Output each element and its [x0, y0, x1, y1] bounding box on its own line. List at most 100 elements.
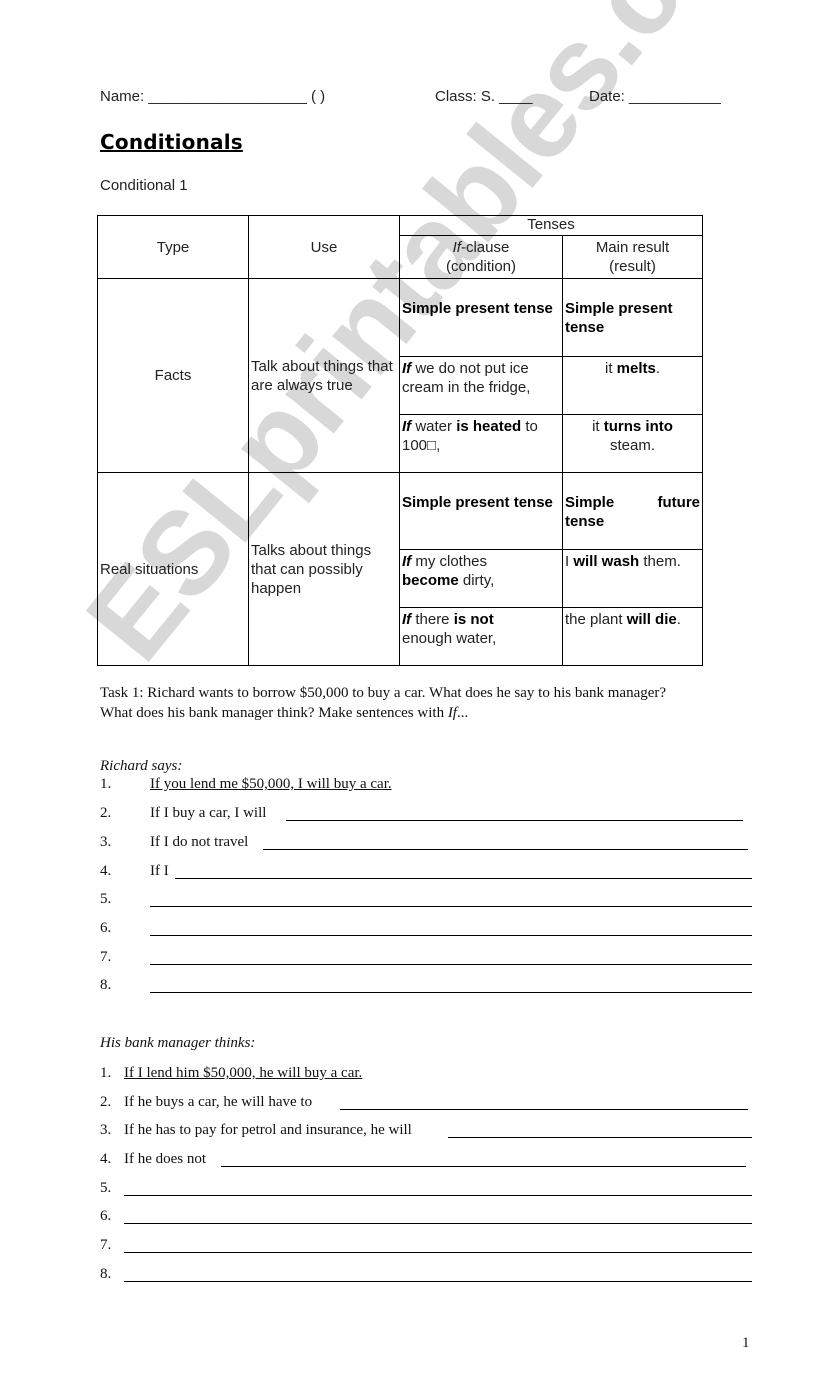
- answer-blank-line[interactable]: [150, 891, 752, 907]
- main-example-cell: it turns into steam.: [562, 414, 703, 473]
- exercise-item: 7.: [100, 1237, 760, 1257]
- main-tense-line2: tense: [565, 319, 605, 336]
- answer-blank-line[interactable]: [124, 1180, 752, 1196]
- header-if-sub: (condition): [445, 258, 517, 275]
- example-text: it: [592, 418, 604, 435]
- exercise-item: 7.: [100, 949, 760, 969]
- item-number: 2.: [100, 1094, 112, 1110]
- sentence-prompt: If I buy a car, I will: [150, 805, 267, 821]
- section-subtitle: Conditional 1: [100, 177, 188, 194]
- item-number: 5.: [100, 1180, 112, 1196]
- exercise-item: 4. If I: [100, 863, 760, 883]
- item-number: 8.: [100, 1266, 112, 1282]
- table-row: Facts Talk about things that are always …: [97, 278, 703, 473]
- item-number: 6.: [100, 1208, 112, 1224]
- exercise-item: 8.: [100, 1266, 760, 1286]
- answer-blank-line[interactable]: [124, 1208, 752, 1224]
- header-if-rest: -clause: [460, 239, 510, 256]
- example-text: dirty,: [458, 572, 495, 589]
- example-text: .: [655, 360, 661, 377]
- item-number: 2.: [100, 805, 112, 821]
- name-field[interactable]: Name: ___________________ ( ): [100, 88, 325, 105]
- table-header-row: Type Use Tenses: [97, 215, 703, 279]
- sentence-prompt: If I do not travel: [150, 834, 249, 850]
- answer-blank-line[interactable]: [340, 1094, 748, 1110]
- example-text: there: [411, 611, 454, 628]
- answer-blank-line[interactable]: [221, 1151, 746, 1167]
- example-verb: will wash: [573, 553, 640, 570]
- sentence-prompt: If I: [150, 863, 169, 879]
- answer-blank-line[interactable]: [150, 949, 752, 965]
- exercise-item: 5.: [100, 1180, 760, 1200]
- task-ellipsis: ...: [456, 705, 469, 721]
- answer-blank-line[interactable]: [124, 1237, 752, 1253]
- item-number: 7.: [100, 949, 112, 965]
- item-number: 7.: [100, 1237, 112, 1253]
- answer-blank-line[interactable]: [175, 863, 752, 879]
- if-word: If: [402, 553, 412, 570]
- if-word: If: [402, 418, 412, 435]
- table-row: Real situations Talks about things that …: [97, 472, 703, 666]
- class-field[interactable]: Class: S. ____: [435, 88, 533, 105]
- if-tense-cell: Simple present tense: [399, 278, 563, 357]
- answer-blank-line[interactable]: [286, 805, 743, 821]
- task-instructions: Task 1: Richard wants to borrow $50,000 …: [100, 683, 666, 723]
- header-main-sub: (result): [609, 258, 656, 275]
- example-verb: is not: [453, 611, 494, 628]
- sentence-prompt: If he buys a car, he will have to: [124, 1094, 313, 1110]
- if-example-cell: If we do not put ice cream in the fridge…: [399, 356, 563, 415]
- if-word: If: [402, 611, 412, 628]
- header-use: Use: [248, 215, 400, 279]
- answer-blank-line[interactable]: [150, 977, 752, 993]
- exercise-item: 2. If I buy a car, I will: [100, 805, 760, 825]
- example-text: my clothes: [411, 553, 488, 570]
- item-number: 4.: [100, 863, 112, 879]
- example-text: enough water,: [402, 630, 497, 647]
- main-tense-cell: Simple future tense: [562, 472, 703, 550]
- example-verb: become: [402, 572, 459, 589]
- if-word: If: [402, 360, 412, 377]
- main-example-cell: the plant will die.: [562, 607, 703, 666]
- header-type: Type: [97, 215, 249, 279]
- page-number: 1: [742, 1335, 750, 1351]
- example-verb: melts: [616, 360, 656, 377]
- example-text: .: [676, 611, 681, 628]
- main-tense-line1: Simple present: [565, 300, 673, 317]
- item-number: 3.: [100, 834, 112, 850]
- exercise-item: 6.: [100, 920, 760, 940]
- main-tense-line2: tense: [565, 513, 605, 530]
- use-cell: Talk about things that are always true: [248, 278, 400, 473]
- exercise-item: 1. If you lend me $50,000, I will buy a c…: [100, 776, 760, 796]
- manager-thinks-label: His bank manager thinks:: [100, 1035, 256, 1051]
- example-verb: is heated: [456, 418, 522, 435]
- example-text: we do not put ice cream in the fridge,: [402, 360, 531, 396]
- item-number: 1.: [100, 776, 112, 792]
- task-if-italic: If: [447, 705, 457, 721]
- example-answer: If you lend me $50,000, I will buy a car…: [150, 776, 392, 792]
- task-line-1: Task 1: Richard wants to borrow $50,000 …: [100, 685, 667, 701]
- main-example-cell: it melts.: [562, 356, 703, 415]
- example-verb: will die: [626, 611, 677, 628]
- item-number: 6.: [100, 920, 112, 936]
- header-tenses: Tenses: [399, 215, 703, 236]
- conditionals-table: Type Use Tenses If-clause (condition) Ma…: [97, 215, 703, 666]
- example-text: them.: [639, 553, 681, 570]
- answer-blank-line[interactable]: [263, 834, 748, 850]
- date-field[interactable]: Date: ___________: [589, 88, 721, 105]
- answer-blank-line[interactable]: [150, 920, 752, 936]
- exercise-item: 3. If he has to pay for petrol and insura…: [100, 1122, 760, 1142]
- if-example-cell: If there is not enough water,: [399, 607, 563, 666]
- main-tense-word2: future: [657, 494, 701, 511]
- example-text: steam.: [609, 437, 655, 454]
- item-number: 1.: [100, 1065, 112, 1081]
- type-cell: Real situations: [97, 472, 249, 666]
- worksheet-page: Name: ___________________ ( ) Class: S. …: [0, 0, 838, 1389]
- answer-blank-line[interactable]: [124, 1266, 752, 1282]
- header-main-label: Main result: [595, 239, 670, 256]
- header-if-clause: If-clause (condition): [399, 235, 563, 279]
- main-example-cell: I will wash them.: [562, 549, 703, 608]
- main-tense-word1: Simple: [565, 494, 615, 511]
- exercise-item: 4. If he does not: [100, 1151, 760, 1171]
- answer-blank-line[interactable]: [448, 1122, 752, 1138]
- exercise-item: 6.: [100, 1208, 760, 1228]
